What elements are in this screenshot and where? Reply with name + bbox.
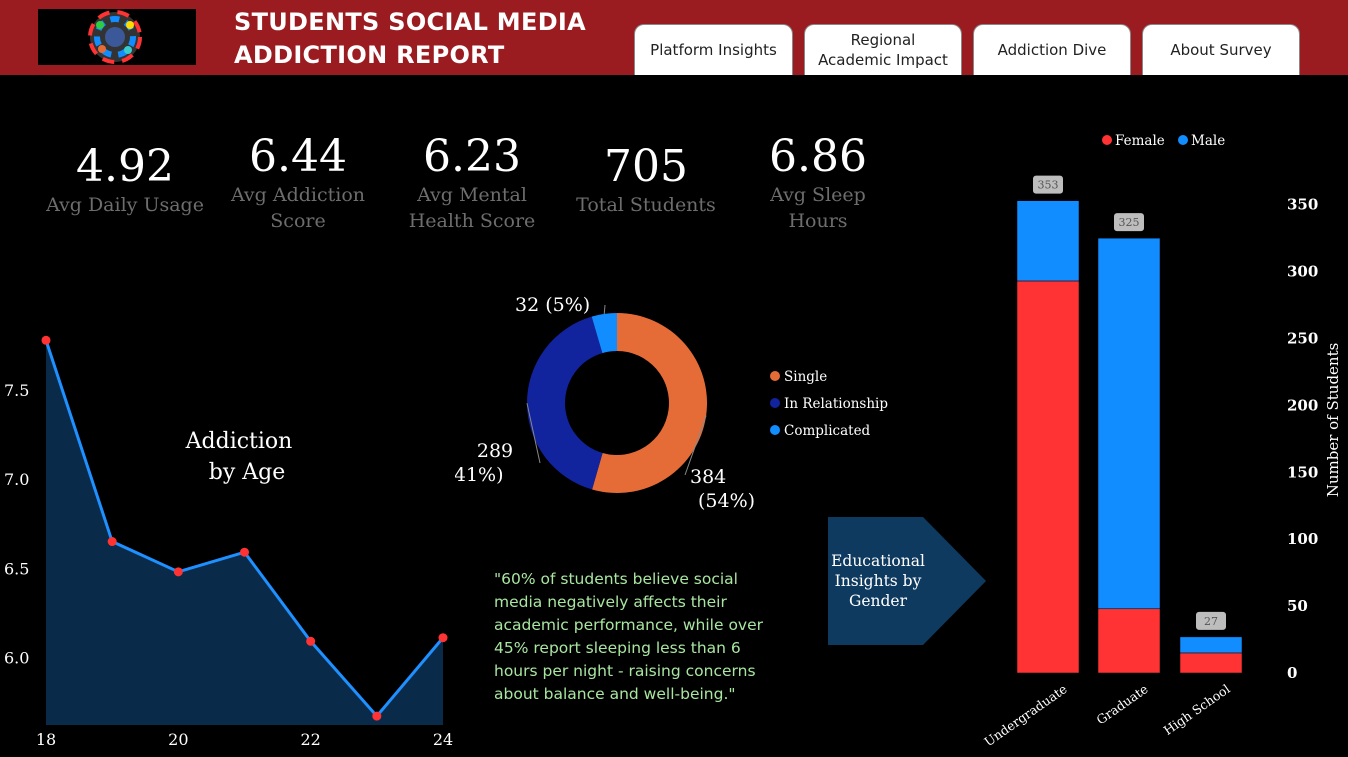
data-point	[438, 633, 448, 643]
legend-marker	[1178, 135, 1188, 145]
arrow-label: Educational Insights by Gender	[831, 552, 925, 610]
addiction-by-age-chart: 6.0 6.5 7.0 7.5 18 20 22 24 Addiction by Age	[4, 335, 453, 749]
report-title-line2: ADDICTION REPORT	[234, 41, 505, 69]
report-title: STUDENTS SOCIAL MEDIA ADDICTION REPORT	[234, 6, 586, 72]
x-tick-label: 20	[168, 730, 188, 749]
x-tick-label: Graduate	[1094, 681, 1151, 727]
total-label: 353	[1038, 179, 1059, 192]
x-tick-label: High School	[1161, 681, 1233, 738]
tab-label: About Survey	[1170, 41, 1272, 59]
tab-about-survey[interactable]: About Survey	[1142, 24, 1300, 75]
y-tick-label: 7.5	[4, 381, 29, 400]
bar-male	[1016, 200, 1080, 282]
data-point	[41, 335, 51, 345]
insight-quote: "60% of students believe social media ne…	[494, 570, 764, 703]
kpi-label: Total Students	[576, 194, 716, 216]
y-tick-label: 7.0	[4, 470, 29, 489]
bar-male	[1097, 237, 1161, 610]
data-point	[240, 547, 249, 557]
kpi-value: 6.23	[423, 131, 521, 182]
bar-male	[1179, 636, 1243, 654]
kpi-value: 6.86	[769, 131, 867, 182]
x-tick-label: Undergraduate	[981, 681, 1069, 749]
data-point	[173, 567, 183, 577]
y-tick-label: 0	[1287, 664, 1297, 682]
y-axis-label: Number of Students	[1324, 343, 1342, 498]
donut-data-label: 289(41%)	[455, 440, 513, 486]
x-tick-label: 18	[36, 730, 56, 749]
education-gender-bar-chart: Female Male 0 50 100 150 200 250 300 350 353 325 2…	[981, 133, 1342, 749]
relationship-status-donut: 384(54%) 289(41%) 32 (5%) Single In Relatio…	[455, 294, 888, 512]
tab-addiction-dive[interactable]: Addiction Dive	[973, 24, 1131, 75]
legend-marker	[1102, 135, 1112, 145]
y-tick-label: 150	[1287, 463, 1318, 481]
kpi-avg-daily-usage: 4.92 Avg Daily Usage	[45, 142, 205, 218]
leader-line	[603, 304, 606, 314]
kpi-avg-addiction-score: 6.44 Avg Addiction Score	[218, 132, 378, 234]
data-point	[372, 711, 382, 721]
donut-data-label: 384 (54%)	[690, 466, 755, 512]
kpi-avg-mental-health-score: 6.23 Avg Mental Health Score	[392, 132, 552, 234]
y-tick-label: 6.5	[4, 559, 29, 578]
tab-label: Regional Academic Impact	[818, 31, 948, 69]
kpi-total-students: 705 Total Students	[566, 142, 726, 218]
kpi-value: 6.44	[249, 131, 347, 182]
y-tick-label: 6.0	[4, 648, 29, 667]
total-label: 27	[1204, 615, 1218, 628]
legend-label: Female	[1115, 133, 1165, 149]
x-tick-label: 24	[433, 730, 453, 749]
header-bar: STUDENTS SOCIAL MEDIA ADDICTION REPORT P…	[0, 0, 1348, 75]
tab-platform-insights[interactable]: Platform Insights	[634, 24, 793, 75]
y-tick-label: 300	[1287, 263, 1318, 281]
x-tick-label: 22	[300, 730, 320, 749]
tab-label: Addiction Dive	[997, 41, 1107, 59]
area-fill	[46, 340, 443, 725]
logo	[38, 9, 196, 65]
report-title-line1: STUDENTS SOCIAL MEDIA	[234, 8, 587, 36]
legend-label: Male	[1191, 133, 1225, 149]
tab-regional-academic-impact[interactable]: Regional Academic Impact	[804, 24, 962, 75]
y-tick-label: 50	[1287, 597, 1308, 615]
social-media-globe-icon	[88, 10, 142, 64]
bar-female	[1097, 608, 1161, 674]
legend-label: In Relationship	[784, 396, 888, 412]
data-point	[107, 537, 117, 547]
bar-female	[1179, 652, 1243, 674]
y-tick-label: 250	[1287, 329, 1318, 347]
kpi-label: Avg Daily Usage	[46, 194, 204, 216]
kpi-label: Avg Sleep Hours	[770, 184, 866, 232]
donut-slice-in-relationship	[527, 316, 603, 490]
legend-marker	[770, 398, 780, 408]
kpi-label: Avg Mental Health Score	[408, 184, 536, 232]
data-point	[306, 636, 316, 646]
tab-label: Platform Insights	[650, 41, 777, 59]
legend-label: Single	[784, 369, 827, 385]
kpi-value: 4.92	[76, 141, 174, 192]
legend-marker	[770, 425, 780, 435]
y-tick-label: 350	[1287, 196, 1318, 214]
kpi-label: Avg Addiction Score	[230, 184, 366, 232]
kpi-avg-sleep-hours: 6.86 Avg Sleep Hours	[738, 132, 898, 234]
chart-title: Addiction by Age	[185, 429, 293, 485]
legend-label: Complicated	[784, 423, 871, 439]
donut-data-label: 32 (5%)	[515, 294, 590, 316]
legend-marker	[770, 371, 780, 381]
bar-female	[1016, 280, 1080, 674]
total-label: 325	[1119, 216, 1140, 229]
y-tick-label: 100	[1287, 530, 1318, 548]
kpi-value: 705	[604, 141, 688, 192]
y-tick-label: 200	[1287, 396, 1318, 414]
